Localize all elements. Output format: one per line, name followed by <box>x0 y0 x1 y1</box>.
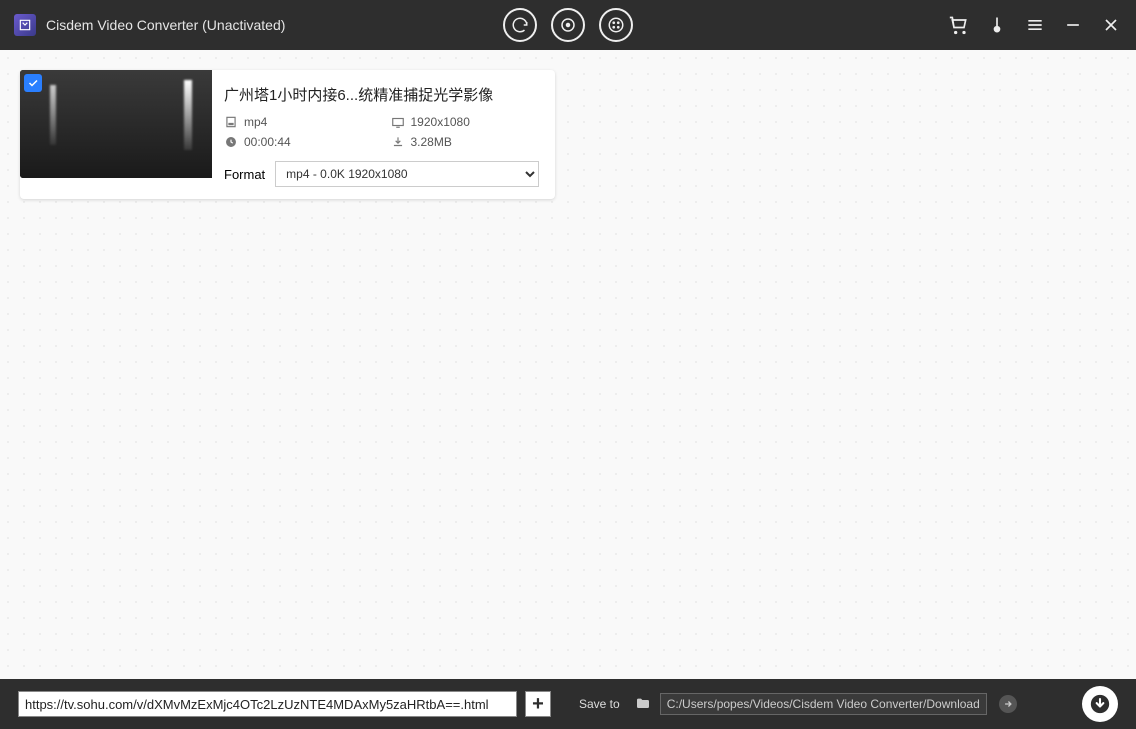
app-title: Cisdem Video Converter (Unactivated) <box>46 17 285 33</box>
open-folder-button[interactable] <box>999 695 1017 713</box>
app-logo <box>14 14 36 36</box>
bottombar: + Save to C:/Users/popes/Videos/Cisdem V… <box>0 679 1136 729</box>
convert-tab-icon[interactable] <box>503 8 537 42</box>
thermometer-icon[interactable] <box>986 14 1008 36</box>
video-thumbnail[interactable] <box>20 70 212 178</box>
card-body: 广州塔1小时内接6...统精准捕捉光学影像 mp4 1920x1080 00:0… <box>212 70 555 199</box>
format-select[interactable]: mp4 - 0.0K 1920x1080 <box>275 161 539 187</box>
cart-icon[interactable] <box>948 14 970 36</box>
select-checkbox[interactable] <box>24 74 42 92</box>
meta-resolution: 1920x1080 <box>391 115 540 129</box>
url-input[interactable] <box>18 691 517 717</box>
meta-size: 3.28MB <box>391 135 540 149</box>
titlebar: Cisdem Video Converter (Unactivated) <box>0 0 1136 50</box>
format-label: Format <box>224 167 265 182</box>
rip-tab-icon[interactable] <box>551 8 585 42</box>
mode-tabs <box>503 8 633 42</box>
video-title: 广州塔1小时内接6...统精准捕捉光学影像 <box>224 84 539 105</box>
size-value: 3.28MB <box>411 135 452 149</box>
format-ext: mp4 <box>244 115 267 129</box>
add-url-button[interactable]: + <box>525 691 551 717</box>
close-icon[interactable] <box>1100 14 1122 36</box>
folder-icon[interactable] <box>634 695 652 713</box>
video-card: 广州塔1小时内接6...统精准捕捉光学影像 mp4 1920x1080 00:0… <box>20 70 555 199</box>
start-download-button[interactable] <box>1082 686 1118 722</box>
minimize-icon[interactable] <box>1062 14 1084 36</box>
menu-icon[interactable] <box>1024 14 1046 36</box>
meta-format: mp4 <box>224 115 373 129</box>
content-area: 广州塔1小时内接6...统精准捕捉光学影像 mp4 1920x1080 00:0… <box>0 50 1136 679</box>
meta-duration: 00:00:44 <box>224 135 373 149</box>
download-tab-icon[interactable] <box>599 8 633 42</box>
duration-value: 00:00:44 <box>244 135 291 149</box>
resolution-value: 1920x1080 <box>411 115 470 129</box>
save-to-label: Save to <box>579 697 620 711</box>
save-path[interactable]: C:/Users/popes/Videos/Cisdem Video Conve… <box>660 693 987 715</box>
